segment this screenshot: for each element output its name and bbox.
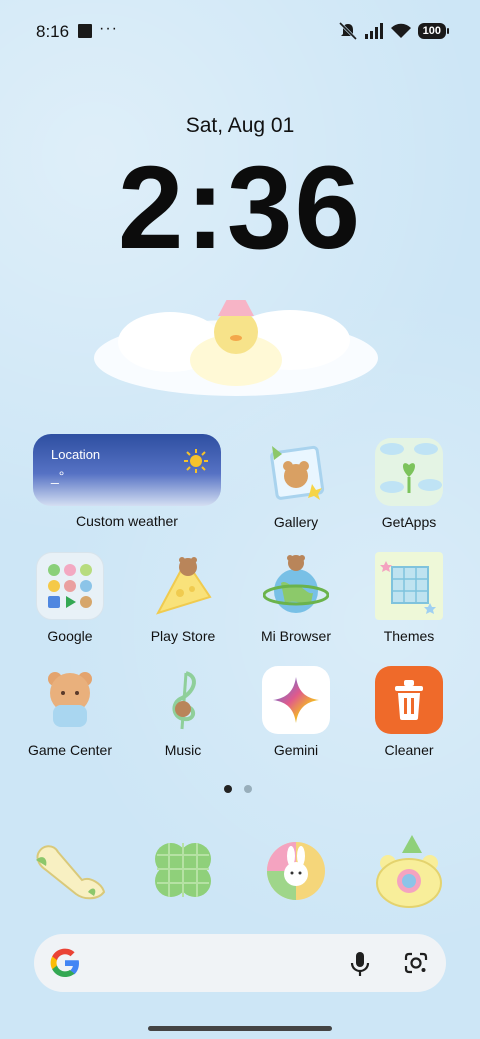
app-label: GetApps [381, 514, 437, 530]
app-label: Mi Browser [260, 628, 331, 644]
phone-icon [36, 845, 106, 900]
app-getapps[interactable]: GetApps [354, 438, 464, 530]
app-google-folder[interactable]: Google [15, 552, 125, 644]
app-game-center[interactable]: Game Center [15, 666, 125, 758]
clover-icon [155, 843, 211, 897]
mic-icon[interactable] [350, 951, 370, 977]
app-themes[interactable]: Themes [354, 552, 464, 644]
wifi-icon [390, 23, 411, 38]
more-notifications-icon: ··· [99, 20, 118, 37]
app-label: Music [164, 742, 202, 758]
lens-icon[interactable] [404, 952, 428, 974]
notification-square-icon [78, 24, 92, 38]
battery-icon: 100 [417, 23, 450, 39]
app-label: Game Center [27, 742, 113, 758]
bunny-icon [267, 842, 325, 900]
cleaner-icon [375, 666, 443, 734]
themes-icon [375, 552, 443, 620]
getapps-icon [375, 438, 443, 506]
home-gesture-bar[interactable] [148, 1026, 332, 1031]
mute-icon [338, 22, 357, 40]
game-center-icon [36, 666, 104, 734]
dock-phone[interactable] [31, 832, 109, 910]
app-label: Gemini [273, 742, 319, 758]
app-label: Google [47, 628, 93, 644]
dock-bunny[interactable] [257, 832, 335, 910]
app-gemini[interactable]: Gemini [241, 666, 351, 758]
dock-camera[interactable] [370, 832, 448, 910]
page-indicator [224, 785, 252, 793]
google-search-bar[interactable] [34, 934, 446, 992]
weather-widget-label: Custom weather [76, 513, 178, 529]
cloud-chick-decoration [94, 300, 378, 396]
music-icon [149, 666, 217, 734]
app-label: Cleaner [384, 742, 434, 758]
status-bar: 8:16 ··· 100 [0, 0, 480, 64]
date-label: Sat, Aug 01 [185, 114, 295, 137]
dock-clover[interactable] [144, 832, 222, 910]
weather-location: Location [51, 447, 101, 462]
app-label: Gallery [273, 514, 319, 530]
camera-icon [376, 835, 442, 908]
app-play-store[interactable]: Play Store [128, 552, 238, 644]
weather-widget[interactable]: Location _° [33, 434, 221, 506]
clock-display[interactable]: 2:36 [0, 138, 480, 278]
signal-icon [364, 23, 383, 39]
app-cleaner[interactable]: Cleaner [354, 666, 464, 758]
play-store-icon [149, 552, 217, 620]
google-g-icon[interactable] [48, 945, 82, 981]
weather-temperature: _° [51, 468, 65, 484]
app-mi-browser[interactable]: Mi Browser [241, 552, 351, 644]
sun-icon [184, 449, 208, 473]
status-time: 8:16 [36, 22, 70, 41]
google-folder-icon [36, 552, 104, 620]
page-dot-1[interactable] [224, 785, 232, 793]
page-dot-2[interactable] [244, 785, 252, 793]
app-gallery[interactable]: Gallery [241, 438, 351, 530]
app-label: Play Store [150, 628, 216, 644]
gallery-icon [262, 438, 330, 506]
app-music[interactable]: Music [128, 666, 238, 758]
app-label: Themes [383, 628, 435, 644]
mi-browser-icon [262, 552, 330, 620]
gemini-icon [262, 666, 330, 734]
